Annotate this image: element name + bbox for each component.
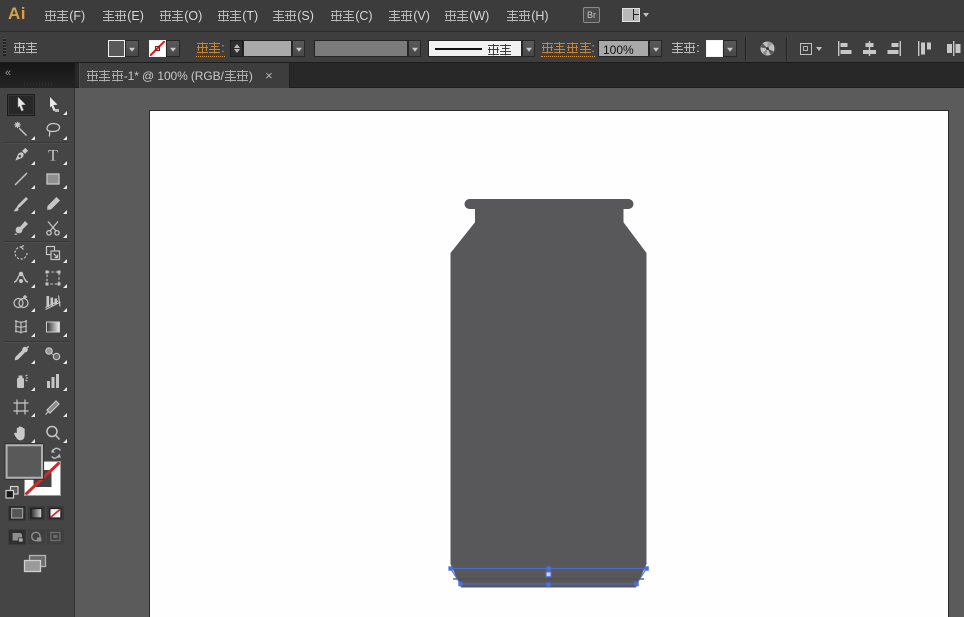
svg-text:T: T [48,147,58,164]
